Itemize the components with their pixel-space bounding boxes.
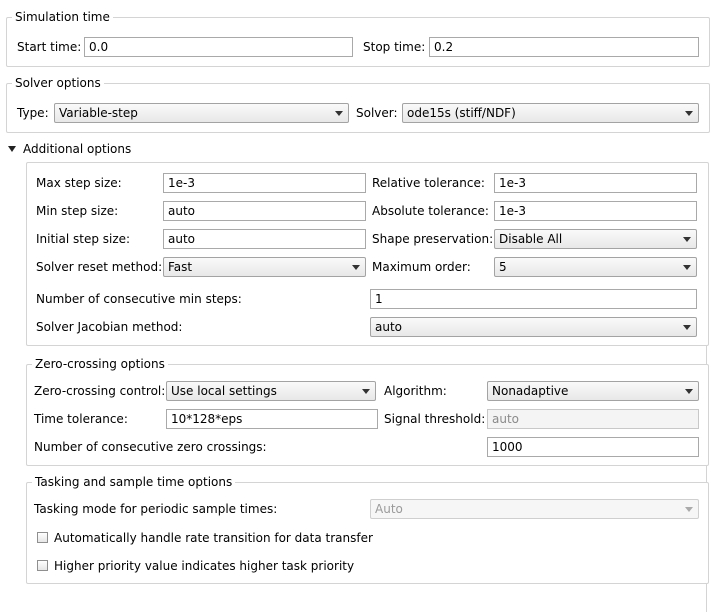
solver-select-value: ode15s (stiff/NDF): [407, 106, 516, 120]
zc-control-select[interactable]: Use local settings: [166, 381, 376, 401]
start-time-label: Start time:: [17, 40, 82, 54]
shape-preservation-label: Shape preservation:: [372, 232, 494, 246]
initial-step-label: Initial step size:: [36, 232, 131, 246]
reset-method-label: Solver reset method:: [36, 260, 163, 274]
simulation-time-title: Simulation time: [12, 10, 113, 24]
max-step-field[interactable]: 1e-3: [163, 173, 366, 193]
time-tolerance-field[interactable]: 10*128*eps: [166, 409, 378, 429]
signal-threshold-field: auto: [487, 409, 699, 429]
chevron-down-icon: [683, 265, 691, 270]
max-step-label: Max step size:: [36, 176, 122, 190]
consec-zc-label: Number of consecutive zero crossings:: [34, 440, 267, 454]
min-step-label: Min step size:: [36, 204, 119, 218]
chevron-down-icon: [685, 111, 693, 116]
solver-options-title: Solver options: [12, 76, 104, 90]
shape-preservation-value: Disable All: [499, 232, 563, 246]
tasking-mode-label: Tasking mode for periodic sample times:: [34, 502, 278, 516]
chevron-down-icon: [685, 389, 693, 394]
max-order-label: Maximum order:: [372, 260, 471, 274]
start-time-field[interactable]: 0.0: [84, 37, 353, 57]
reset-method-value: Fast: [168, 260, 193, 274]
algorithm-label: Algorithm:: [384, 384, 447, 398]
rel-tol-field[interactable]: 1e-3: [494, 173, 697, 193]
rate-transition-checkbox[interactable]: [37, 532, 48, 543]
stop-time-label: Stop time:: [363, 40, 426, 54]
jacobian-method-value: auto: [375, 320, 403, 334]
rel-tol-label: Relative tolerance:: [372, 176, 485, 190]
tasking-title: Tasking and sample time options: [32, 475, 236, 489]
shape-preservation-select[interactable]: Disable All: [494, 229, 697, 249]
time-tolerance-label: Time tolerance:: [34, 412, 128, 426]
type-select-value: Variable-step: [59, 106, 138, 120]
jacobian-method-select[interactable]: auto: [370, 317, 697, 337]
min-step-field[interactable]: auto: [163, 201, 366, 221]
reset-method-select[interactable]: Fast: [163, 257, 366, 277]
jacobian-method-label: Solver Jacobian method:: [36, 320, 183, 334]
type-select[interactable]: Variable-step: [54, 103, 349, 123]
consec-min-steps-label: Number of consecutive min steps:: [36, 292, 242, 306]
zero-crossing-title: Zero-crossing options: [32, 357, 168, 371]
additional-options-title[interactable]: Additional options: [23, 142, 131, 156]
chevron-down-icon: [683, 325, 691, 330]
chevron-down-icon: [362, 389, 370, 394]
stop-time-field[interactable]: 0.2: [429, 37, 699, 57]
priority-checkbox[interactable]: [37, 560, 48, 571]
solver-select[interactable]: ode15s (stiff/NDF): [402, 103, 699, 123]
abs-tol-field[interactable]: 1e-3: [494, 201, 697, 221]
algorithm-select[interactable]: Nonadaptive: [487, 381, 699, 401]
rate-transition-label[interactable]: Automatically handle rate transition for…: [54, 531, 373, 545]
chevron-down-icon: [352, 265, 360, 270]
consec-min-steps-field[interactable]: 1: [370, 289, 697, 309]
chevron-down-icon: [335, 111, 343, 116]
abs-tol-label: Absolute tolerance:: [372, 204, 489, 218]
chevron-down-icon: [683, 237, 691, 242]
consec-zc-field[interactable]: 1000: [487, 437, 699, 457]
initial-step-field[interactable]: auto: [163, 229, 366, 249]
priority-label[interactable]: Higher priority value indicates higher t…: [54, 559, 354, 573]
tasking-mode-value: Auto: [375, 502, 403, 516]
tasking-mode-select: Auto: [370, 499, 699, 519]
zc-control-label: Zero-crossing control:: [34, 384, 166, 398]
max-order-select[interactable]: 5: [494, 257, 697, 277]
solver-label: Solver:: [356, 106, 398, 120]
expand-triangle-icon[interactable]: [8, 146, 16, 152]
signal-threshold-label: Signal threshold:: [384, 412, 486, 426]
chevron-down-icon: [685, 507, 693, 512]
zc-control-value: Use local settings: [171, 384, 277, 398]
algorithm-value: Nonadaptive: [492, 384, 569, 398]
type-label: Type:: [17, 106, 49, 120]
max-order-value: 5: [499, 260, 507, 274]
